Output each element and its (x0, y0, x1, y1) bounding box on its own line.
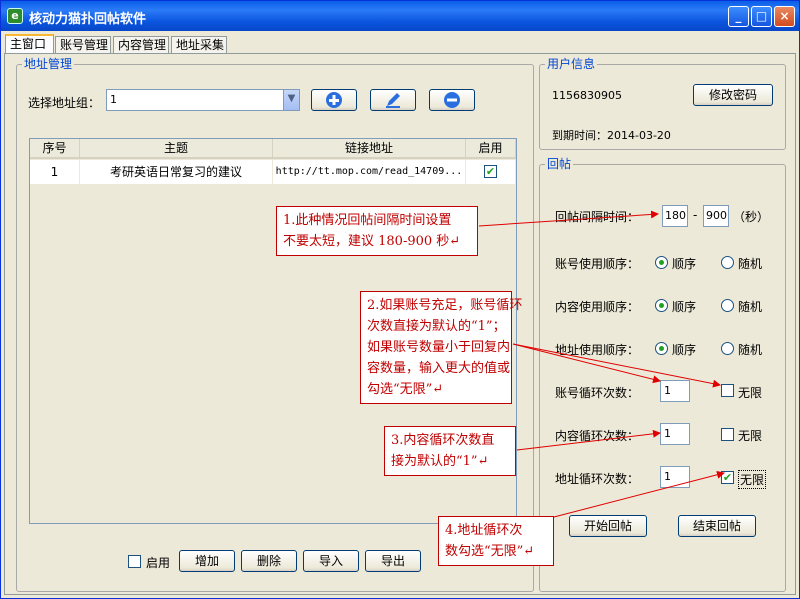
arrow-content-loops (516, 429, 661, 451)
app-window: e 核动力猫扑回帖软件 _ □ × 主窗口 账号管理 内容管理 地址采集 地址管… (0, 0, 800, 599)
annotation-arrows (478, 210, 725, 518)
arrow-address-loops (553, 470, 725, 518)
arrow-account-loops-input (512, 343, 661, 384)
arrow-account-loops-unlimited (512, 343, 721, 388)
arrow-interval (478, 210, 659, 227)
